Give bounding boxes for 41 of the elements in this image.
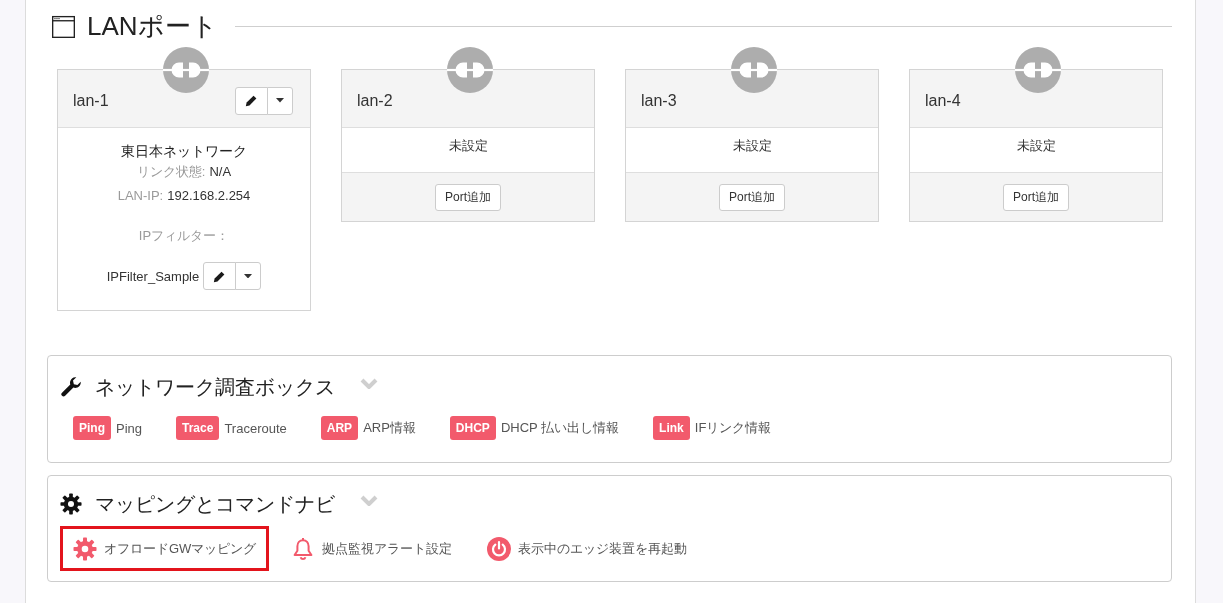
field-value: N/A <box>209 164 232 179</box>
pencil-icon <box>245 94 258 107</box>
edit-button[interactable] <box>203 262 237 290</box>
status-text: 未設定 <box>731 137 773 155</box>
panel-title: ネットワーク調査ボックス <box>95 374 335 400</box>
panel-title: マッピングとコマンドナビ <box>95 491 335 517</box>
network-name: 東日本ネットワーク <box>120 142 248 161</box>
caret-icon <box>244 273 253 279</box>
tool-link[interactable]: ARP情報 <box>363 419 416 437</box>
window-icon <box>52 14 75 38</box>
field-label: IPフィルター： <box>137 227 231 245</box>
gear-icon <box>60 493 82 515</box>
gear-icon[interactable] <box>73 536 97 561</box>
field-label: リンク状態: <box>136 164 206 179</box>
section-title: LANポート <box>87 9 218 43</box>
filter-name: IPFilter_Sample <box>106 268 200 284</box>
add-port-button[interactable]: Port追加 <box>1003 184 1069 211</box>
dropdown-button[interactable] <box>267 86 293 115</box>
status-text: 未設定 <box>1015 137 1057 155</box>
power-icon[interactable] <box>487 536 512 561</box>
field-value: 192.168.2.254 <box>167 188 251 203</box>
add-port-button[interactable]: Port追加 <box>719 184 785 211</box>
add-port-button[interactable]: Port追加 <box>435 184 501 211</box>
wrench-icon <box>60 376 82 398</box>
port-name: lan-2 <box>357 91 393 110</box>
pencil-icon <box>213 269 227 283</box>
tool-link[interactable]: Traceroute <box>224 420 287 436</box>
tool-link[interactable]: DHCP 払い出し情報 <box>500 419 620 437</box>
status-text: 未設定 <box>447 137 489 155</box>
tool-link[interactable]: Ping <box>116 420 143 436</box>
nav-link[interactable]: 表示中のエッジ装置を再起動 <box>518 539 688 558</box>
tool-link[interactable]: IFリンク情報 <box>694 419 772 437</box>
nav-link[interactable]: 拠点監視アラート設定 <box>322 539 453 558</box>
field-label: LAN-IP: <box>117 188 164 203</box>
port-name: lan-1 <box>73 91 109 110</box>
dropdown-button[interactable] <box>235 262 262 290</box>
nav-link[interactable]: オフロードGWマッピング <box>104 539 257 558</box>
caret-icon <box>276 98 284 103</box>
port-name: lan-3 <box>641 91 677 110</box>
edit-button[interactable] <box>235 86 268 115</box>
port-name: lan-4 <box>925 91 961 110</box>
